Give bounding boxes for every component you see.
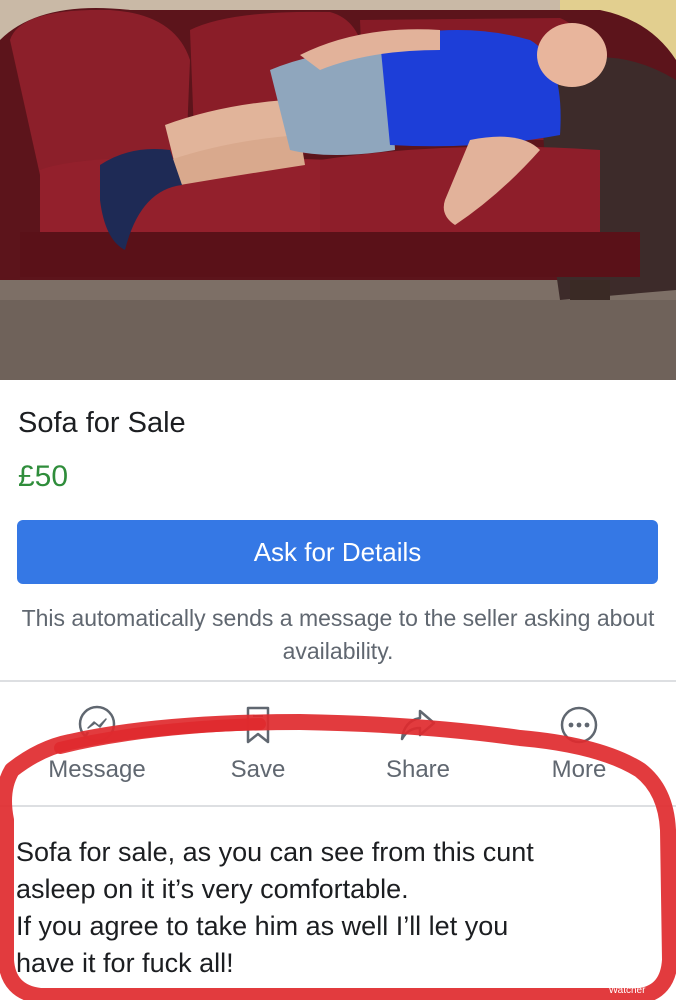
messenger-icon — [22, 700, 172, 750]
listing-description: Sofa for sale, as you can see from this … — [16, 834, 656, 982]
description-line: have it for fuck all! — [16, 948, 234, 978]
description-line: Sofa for sale, as you can see from this … — [16, 837, 534, 867]
watermark: Shown at Watcher — [582, 974, 672, 996]
listing-photo[interactable] — [0, 0, 676, 380]
watermark-line: Shown at — [606, 974, 648, 985]
watermark-line: Watcher — [608, 985, 646, 996]
share-label: Share — [385, 756, 451, 783]
listing-title: Sofa for Sale — [18, 407, 186, 439]
divider — [0, 805, 676, 807]
divider — [0, 680, 676, 682]
share-icon — [343, 700, 493, 750]
more-icon — [504, 700, 654, 750]
save-button[interactable]: Save — [183, 700, 333, 784]
description-line: If you agree to take him as well I’ll le… — [16, 911, 509, 941]
save-label: Save — [230, 756, 286, 783]
listing-price: £50 — [18, 460, 69, 493]
bookmark-icon — [183, 700, 333, 750]
availability-note: This automatically sends a message to th… — [21, 605, 655, 664]
sofa-photo — [0, 0, 676, 380]
description-line: asleep on it it’s very comfortable. — [16, 874, 409, 904]
message-button[interactable]: Message — [22, 700, 172, 784]
ask-for-details-button[interactable]: Ask for Details — [17, 520, 658, 584]
share-button[interactable]: Share — [343, 700, 493, 784]
message-label: Message — [48, 756, 146, 783]
more-label: More — [551, 756, 607, 783]
more-button[interactable]: More — [504, 700, 654, 784]
